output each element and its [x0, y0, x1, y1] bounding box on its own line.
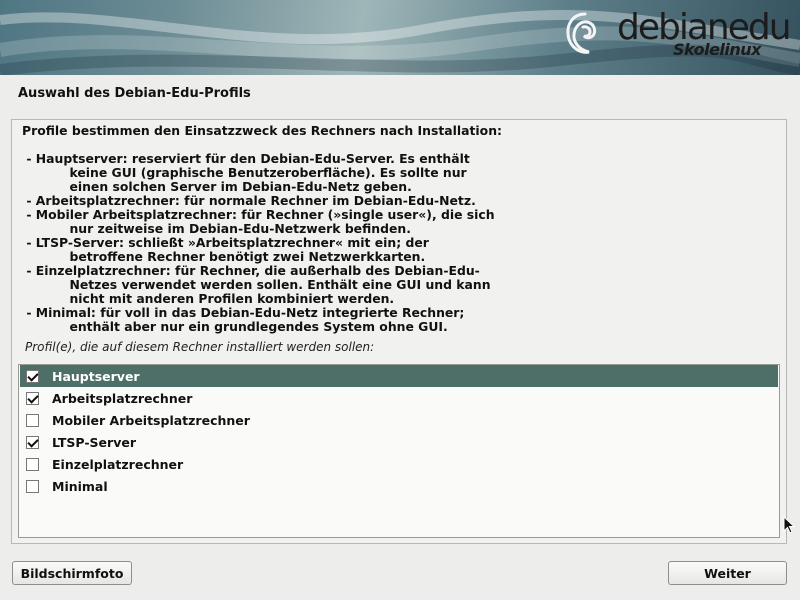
debian-swirl-icon [566, 12, 597, 54]
profile-label: Einzelplatzrechner [52, 456, 184, 472]
checkbox[interactable] [26, 369, 39, 383]
profile-label: Arbeitsplatzrechner [52, 390, 193, 406]
profile-item-hauptserver[interactable]: Hauptserver [20, 365, 778, 387]
profile-description: Profile bestimmen den Einsatzzweck des R… [22, 123, 502, 334]
profile-item-ltsp-server[interactable]: LTSP-Server [20, 431, 778, 453]
logo-subtext: Skolelinux [673, 40, 762, 59]
profile-item-mobiler-arbeitsplatzrechner[interactable]: Mobiler Arbeitsplatzrechner [20, 409, 778, 431]
checkbox[interactable] [26, 479, 39, 493]
profile-label: LTSP-Server [52, 434, 136, 450]
checkbox[interactable] [26, 413, 39, 427]
profile-label: Mobiler Arbeitsplatzrechner [52, 412, 250, 428]
profile-label: Minimal [52, 478, 108, 494]
profile-item-arbeitsplatzrechner[interactable]: Arbeitsplatzrechner [20, 387, 778, 409]
profile-item-minimal[interactable]: Minimal [20, 475, 778, 497]
profile-prompt: Profil(e), die auf diesem Rechner instal… [25, 340, 375, 354]
profile-list: Hauptserver Arbeitsplatzrechner Mobiler … [18, 364, 780, 538]
profile-item-einzelplatzrechner[interactable]: Einzelplatzrechner [20, 453, 778, 475]
checkbox[interactable] [26, 435, 39, 449]
mouse-pointer-icon [783, 516, 795, 534]
page-title: Auswahl des Debian-Edu-Profils [18, 86, 251, 101]
checkbox[interactable] [26, 391, 39, 405]
header-banner: debianedu Skolelinux [0, 0, 800, 75]
screenshot-button[interactable]: Bildschirmfoto [12, 561, 132, 585]
profile-label: Hauptserver [52, 368, 140, 384]
checkbox[interactable] [26, 457, 39, 471]
continue-button[interactable]: Weiter [668, 561, 787, 585]
